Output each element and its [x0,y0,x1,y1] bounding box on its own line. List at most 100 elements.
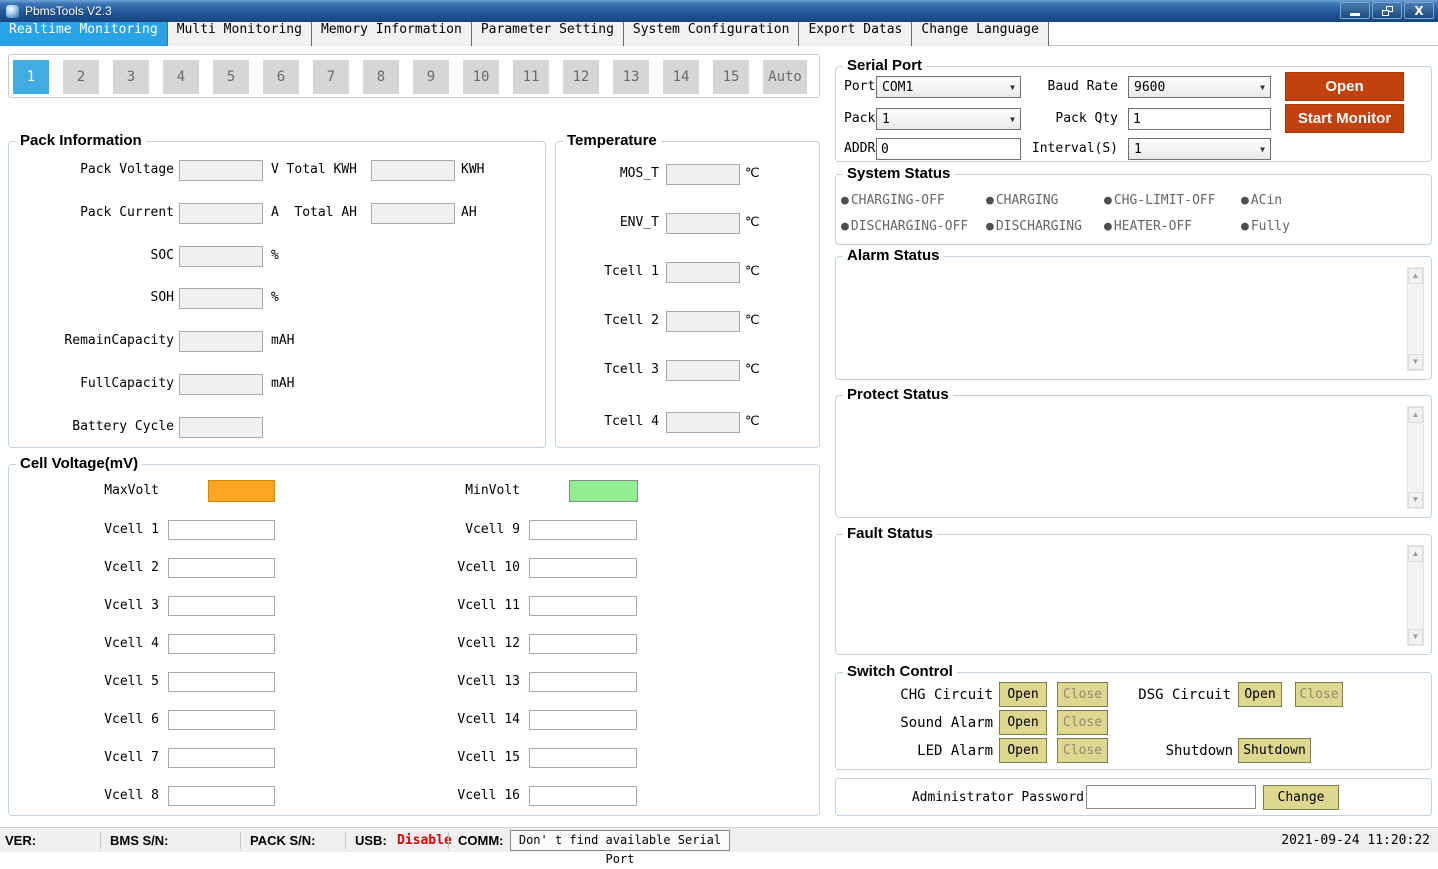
pack-button-auto[interactable]: Auto [763,60,807,94]
pack-button-3[interactable]: 3 [113,60,149,94]
open-button[interactable]: Open [1285,72,1404,101]
pack-button-10[interactable]: 10 [463,60,499,94]
chevron-down-icon: ▼ [1260,83,1265,92]
pack-button-15[interactable]: 15 [713,60,749,94]
scroll-up-icon[interactable]: ▲ [1408,407,1423,423]
scroll-down-icon[interactable]: ▼ [1408,492,1423,508]
pack-select[interactable]: 1 ▼ [876,108,1021,130]
status-dot-icon: ● [1241,220,1249,233]
indicator-label: ACin [1251,193,1282,208]
baud-rate-value: 9600 [1134,80,1165,95]
label-addr: ADDR [844,141,875,156]
pack-button-12[interactable]: 12 [563,60,599,94]
tab-system-configuration[interactable]: System Configuration [624,22,800,46]
scroll-down-icon[interactable]: ▼ [1408,629,1423,645]
pack-qty-input[interactable] [1128,108,1271,130]
pack-information-title: Pack Information [16,132,146,149]
change-password-button[interactable]: Change [1263,785,1339,810]
label-vcell-14: Vcell 14 [370,712,520,727]
pack-button-13[interactable]: 13 [613,60,649,94]
tab-parameter-setting[interactable]: Parameter Setting [472,22,624,46]
field-mos-t [666,164,740,185]
field-vcell-14 [529,710,637,730]
comm-status-box: Don' t find available Serial Port [510,830,730,851]
scroll-up-icon[interactable]: ▲ [1408,546,1423,562]
field-full-capacity [179,374,263,395]
scroll-up-icon[interactable]: ▲ [1408,268,1423,284]
timestamp: 2021-09-24 11:20:22 [1281,833,1430,848]
ver-label: VER: [5,833,36,848]
pack-button-11[interactable]: 11 [513,60,549,94]
field-soh [179,288,263,309]
start-monitor-button[interactable]: Start Monitor [1285,104,1404,133]
pack-button-2[interactable]: 2 [63,60,99,94]
label-vcell-6: Vcell 6 [9,712,159,727]
pack-button-1[interactable]: 1 [13,60,49,94]
sound-alarm-close-button[interactable]: Close [1057,710,1108,735]
label-led-alarm: LED Alarm [843,743,993,759]
pack-button-7[interactable]: 7 [313,60,349,94]
tab-multi-monitoring[interactable]: Multi Monitoring [168,22,312,46]
dsg-circuit-close-button[interactable]: Close [1295,682,1343,707]
comm-label: COMM: [458,833,504,848]
usb-label: USB: [355,833,387,848]
pack-button-5[interactable]: 5 [213,60,249,94]
pack-button-9[interactable]: 9 [413,60,449,94]
admin-password-input[interactable] [1086,785,1256,809]
label-mos-t: MOS_T [559,166,659,181]
pack-button-14[interactable]: 14 [663,60,699,94]
tab-export-datas[interactable]: Export Datas [799,22,912,46]
pack-button-8[interactable]: 8 [363,60,399,94]
close-button[interactable]: X [1404,2,1434,19]
port-select-value: COM1 [882,80,913,95]
minimize-button[interactable] [1340,2,1370,19]
status-dot-icon: ● [1104,220,1112,233]
indicator-label: CHG-LIMIT-OFF [1114,193,1216,208]
field-vcell-13 [529,672,637,692]
label-vcell-7: Vcell 7 [9,750,159,765]
pack-button-6[interactable]: 6 [263,60,299,94]
alarm-status-group: Alarm Status ▲ ▼ [835,256,1432,380]
chevron-down-icon: ▼ [1260,145,1265,154]
port-select[interactable]: COM1 ▼ [876,76,1021,98]
label-vcell-13: Vcell 13 [370,674,520,689]
pack-button-4[interactable]: 4 [163,60,199,94]
tab-memory-information[interactable]: Memory Information [312,22,472,46]
statusbar-separator [448,832,449,849]
label-vcell-1: Vcell 1 [9,522,159,537]
tab-change-language[interactable]: Change Language [912,22,1048,46]
restore-icon [1382,6,1393,16]
status-dot-icon: ● [986,220,994,233]
field-vcell-12 [529,634,637,654]
sound-alarm-open-button[interactable]: Open [999,710,1047,735]
baud-rate-select[interactable]: 9600 ▼ [1128,76,1271,98]
label-vcell-16: Vcell 16 [370,788,520,803]
led-alarm-open-button[interactable]: Open [999,738,1047,763]
field-vcell-6 [168,710,275,730]
protect-status-scrollbar[interactable]: ▲ ▼ [1407,406,1424,509]
field-battery-cycle [179,417,263,438]
app-icon [6,5,19,18]
chg-circuit-open-button[interactable]: Open [999,682,1047,707]
tab-realtime-monitoring[interactable]: Realtime Monitoring [0,22,168,46]
cell-voltage-group: Cell Voltage(mV) MaxVolt MinVolt Vcell 1… [8,464,820,816]
scroll-down-icon[interactable]: ▼ [1408,354,1423,370]
dsg-circuit-open-button[interactable]: Open [1238,682,1282,707]
fault-status-scrollbar[interactable]: ▲ ▼ [1407,545,1424,646]
alarm-status-scrollbar[interactable]: ▲ ▼ [1407,267,1424,371]
interval-select[interactable]: 1 ▼ [1128,138,1271,160]
label-vcell-15: Vcell 15 [370,750,520,765]
restore-button[interactable] [1372,2,1402,19]
indicator-heater-off: ● HEATER-OFF [1104,219,1192,234]
addr-input[interactable] [876,138,1021,160]
indicator-charging-off: ● CHARGING-OFF [841,193,945,208]
max-volt-swatch [208,480,275,502]
unit-tcell-1: ℃ [745,264,760,279]
shutdown-button[interactable]: Shutdown [1238,738,1311,763]
field-vcell-4 [168,634,275,654]
serial-port-group: Serial Port Port COM1 ▼ Baud Rate 9600 ▼… [835,66,1432,162]
indicator-fully: ● Fully [1241,219,1290,234]
label-vcell-3: Vcell 3 [9,598,159,613]
unit-total-ah: AH [461,205,477,220]
label-tcell-1: Tcell 1 [559,264,659,279]
